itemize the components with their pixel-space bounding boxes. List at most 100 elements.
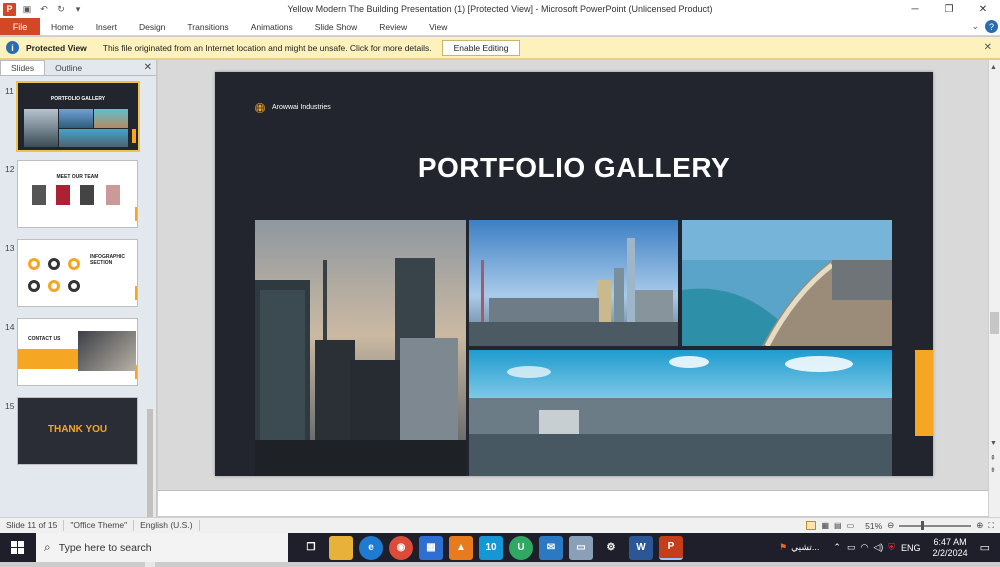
clock[interactable]: 6:47 AM 2/2/2024 xyxy=(933,537,968,559)
slide-thumbnail-11[interactable]: PORTFOLIO GALLERY xyxy=(16,81,140,152)
tab-home[interactable]: Home xyxy=(40,18,85,35)
redo-icon[interactable]: ↻ xyxy=(55,3,67,15)
tab-insert[interactable]: Insert xyxy=(85,18,128,35)
status-bar: Slide 11 of 15 "Office Theme" English (U… xyxy=(0,517,1000,533)
close-button[interactable]: ✕ xyxy=(966,0,1000,18)
donut-chart-icon xyxy=(48,280,60,292)
help-icon[interactable]: ? xyxy=(985,20,998,33)
thumb-title: THANK YOU xyxy=(47,424,108,435)
tab-transitions[interactable]: Transitions xyxy=(176,18,239,35)
thumb-accent xyxy=(132,129,136,143)
zoom-level[interactable]: 51% xyxy=(865,521,882,531)
vertical-scrollbar[interactable]: ▲ ▼ ⇞ ⇟ xyxy=(988,60,1000,517)
title-bar: P ▣ ↶ ↻ ▾ Yellow Modern The Building Pre… xyxy=(0,0,1000,18)
enable-editing-button[interactable]: Enable Editing xyxy=(441,39,521,56)
tab-view[interactable]: View xyxy=(418,18,458,35)
taskbar-search-box[interactable]: ⌕ Type here to search xyxy=(36,533,288,562)
restore-button[interactable]: ❐ xyxy=(932,0,966,18)
tab-slide-show[interactable]: Slide Show xyxy=(304,18,369,35)
undo-icon[interactable]: ↶ xyxy=(38,3,50,15)
previous-slide-icon[interactable]: ⇞ xyxy=(990,454,996,462)
save-icon[interactable]: ▣ xyxy=(21,3,33,15)
slide-thumbnail-14[interactable]: CONTACT US xyxy=(17,318,138,386)
donut-chart-icon xyxy=(68,280,80,292)
word-icon[interactable]: W xyxy=(629,535,653,560)
tray-app-text[interactable]: تشيي... xyxy=(791,542,819,553)
security-icon[interactable]: ⛨ xyxy=(888,542,895,553)
battery-icon[interactable]: ▭ xyxy=(847,542,856,553)
edge-icon[interactable]: e xyxy=(359,535,383,560)
company-name: Arowwai Industries xyxy=(272,104,331,111)
input-language[interactable]: ENG xyxy=(901,543,921,553)
scroll-down-icon[interactable]: ▼ xyxy=(990,440,997,447)
volume-icon[interactable]: ◁) xyxy=(873,542,883,553)
app-10-icon[interactable]: 10 xyxy=(479,535,503,560)
windows-start-icon[interactable] xyxy=(11,541,24,554)
zoom-slider[interactable] xyxy=(899,520,972,530)
tab-review[interactable]: Review xyxy=(368,18,418,35)
theme-name[interactable]: "Office Theme" xyxy=(64,520,135,531)
zoom-out-icon[interactable]: ⊖ xyxy=(887,520,894,531)
thumb-title: PORTFOLIO GALLERY xyxy=(50,96,106,102)
thumb-accent xyxy=(135,207,137,221)
protected-view-message[interactable]: This file originated from an Internet lo… xyxy=(103,43,432,53)
ribbon-right-controls: ⌄ ? xyxy=(971,20,998,33)
team-photo xyxy=(80,185,94,205)
thumb-title: MEET OUR TEAM xyxy=(56,174,99,180)
donut-chart-icon xyxy=(28,280,40,292)
slide-sorter-icon[interactable]: ▦ xyxy=(821,521,829,530)
upwork-icon[interactable]: U xyxy=(509,535,533,560)
notes-pane[interactable] xyxy=(158,490,988,516)
slide[interactable]: Arowwai Industries PORTFOLIO GALLERY xyxy=(215,72,933,476)
wifi-icon[interactable]: ◠ xyxy=(860,542,868,553)
search-placeholder: Type here to search xyxy=(58,541,152,554)
remote-desktop-icon[interactable]: ▭ xyxy=(569,535,593,560)
notification-app-icon[interactable]: ⚑ xyxy=(779,542,787,553)
thumb-photo xyxy=(78,331,136,371)
store-icon[interactable]: ▦ xyxy=(419,535,443,560)
tab-slides[interactable]: Slides xyxy=(0,60,46,75)
zoom-in-icon[interactable]: ⊕ xyxy=(976,520,983,531)
chrome-icon[interactable]: ◉ xyxy=(389,535,413,560)
show-hidden-icons[interactable]: ⌃ xyxy=(833,542,841,553)
close-icon[interactable]: ✕ xyxy=(984,42,992,53)
close-panel-icon[interactable]: ✕ xyxy=(144,62,152,73)
normal-view-icon[interactable] xyxy=(806,521,817,530)
scroll-thumb[interactable] xyxy=(990,312,999,334)
thumb-accent-band xyxy=(18,349,78,369)
photo-shanghai-skyline xyxy=(469,220,678,346)
customize-toolbar-icon[interactable]: ▾ xyxy=(72,3,84,15)
thumb-photo xyxy=(94,109,128,128)
slides-panel: Slides Outline ✕ 11 PORTFOLIO GALLERY 12… xyxy=(0,60,157,567)
slide-show-icon[interactable]: ▭ xyxy=(847,521,855,530)
reading-view-icon[interactable]: ▤ xyxy=(834,521,842,530)
slide-thumbnail-12[interactable]: MEET OUR TEAM xyxy=(17,160,138,228)
task-view-icon[interactable]: ❐ xyxy=(299,536,323,560)
mail-icon[interactable]: ✉ xyxy=(539,535,563,560)
photo-city-towers xyxy=(255,220,466,476)
slide-number: 13 xyxy=(5,243,15,253)
protected-view-label: Protected View xyxy=(26,42,87,53)
slide-thumbnail-15[interactable]: THANK YOU xyxy=(17,397,138,465)
next-slide-icon[interactable]: ⇟ xyxy=(990,466,996,474)
vlc-icon[interactable]: ▲ xyxy=(449,535,473,560)
thumb-title: CONTACT US xyxy=(28,336,61,342)
minimize-button[interactable]: ─ xyxy=(898,0,932,18)
slide-number: 14 xyxy=(5,322,15,332)
tab-design[interactable]: Design xyxy=(128,18,176,35)
settings-icon[interactable]: ⚙ xyxy=(599,536,623,560)
powerpoint-app-icon[interactable]: P xyxy=(3,2,16,16)
scroll-up-icon[interactable]: ▲ xyxy=(990,64,997,71)
expand-ribbon-icon[interactable]: ⌄ xyxy=(971,21,979,32)
notifications-icon[interactable]: ▭ xyxy=(980,541,990,554)
tab-file[interactable]: File xyxy=(0,18,40,35)
file-explorer-icon[interactable] xyxy=(329,535,353,560)
powerpoint-taskbar-icon[interactable]: P xyxy=(659,535,683,560)
slide-thumbnail-13[interactable]: INFOGRAPHIC SECTION xyxy=(17,239,138,307)
tab-animations[interactable]: Animations xyxy=(240,18,304,35)
tab-outline[interactable]: Outline xyxy=(45,61,92,75)
window-title: Yellow Modern The Building Presentation … xyxy=(287,4,713,14)
photo-coastal-city xyxy=(682,220,892,346)
fit-to-window-icon[interactable]: ⛶ xyxy=(988,521,994,531)
language[interactable]: English (U.S.) xyxy=(134,520,200,531)
